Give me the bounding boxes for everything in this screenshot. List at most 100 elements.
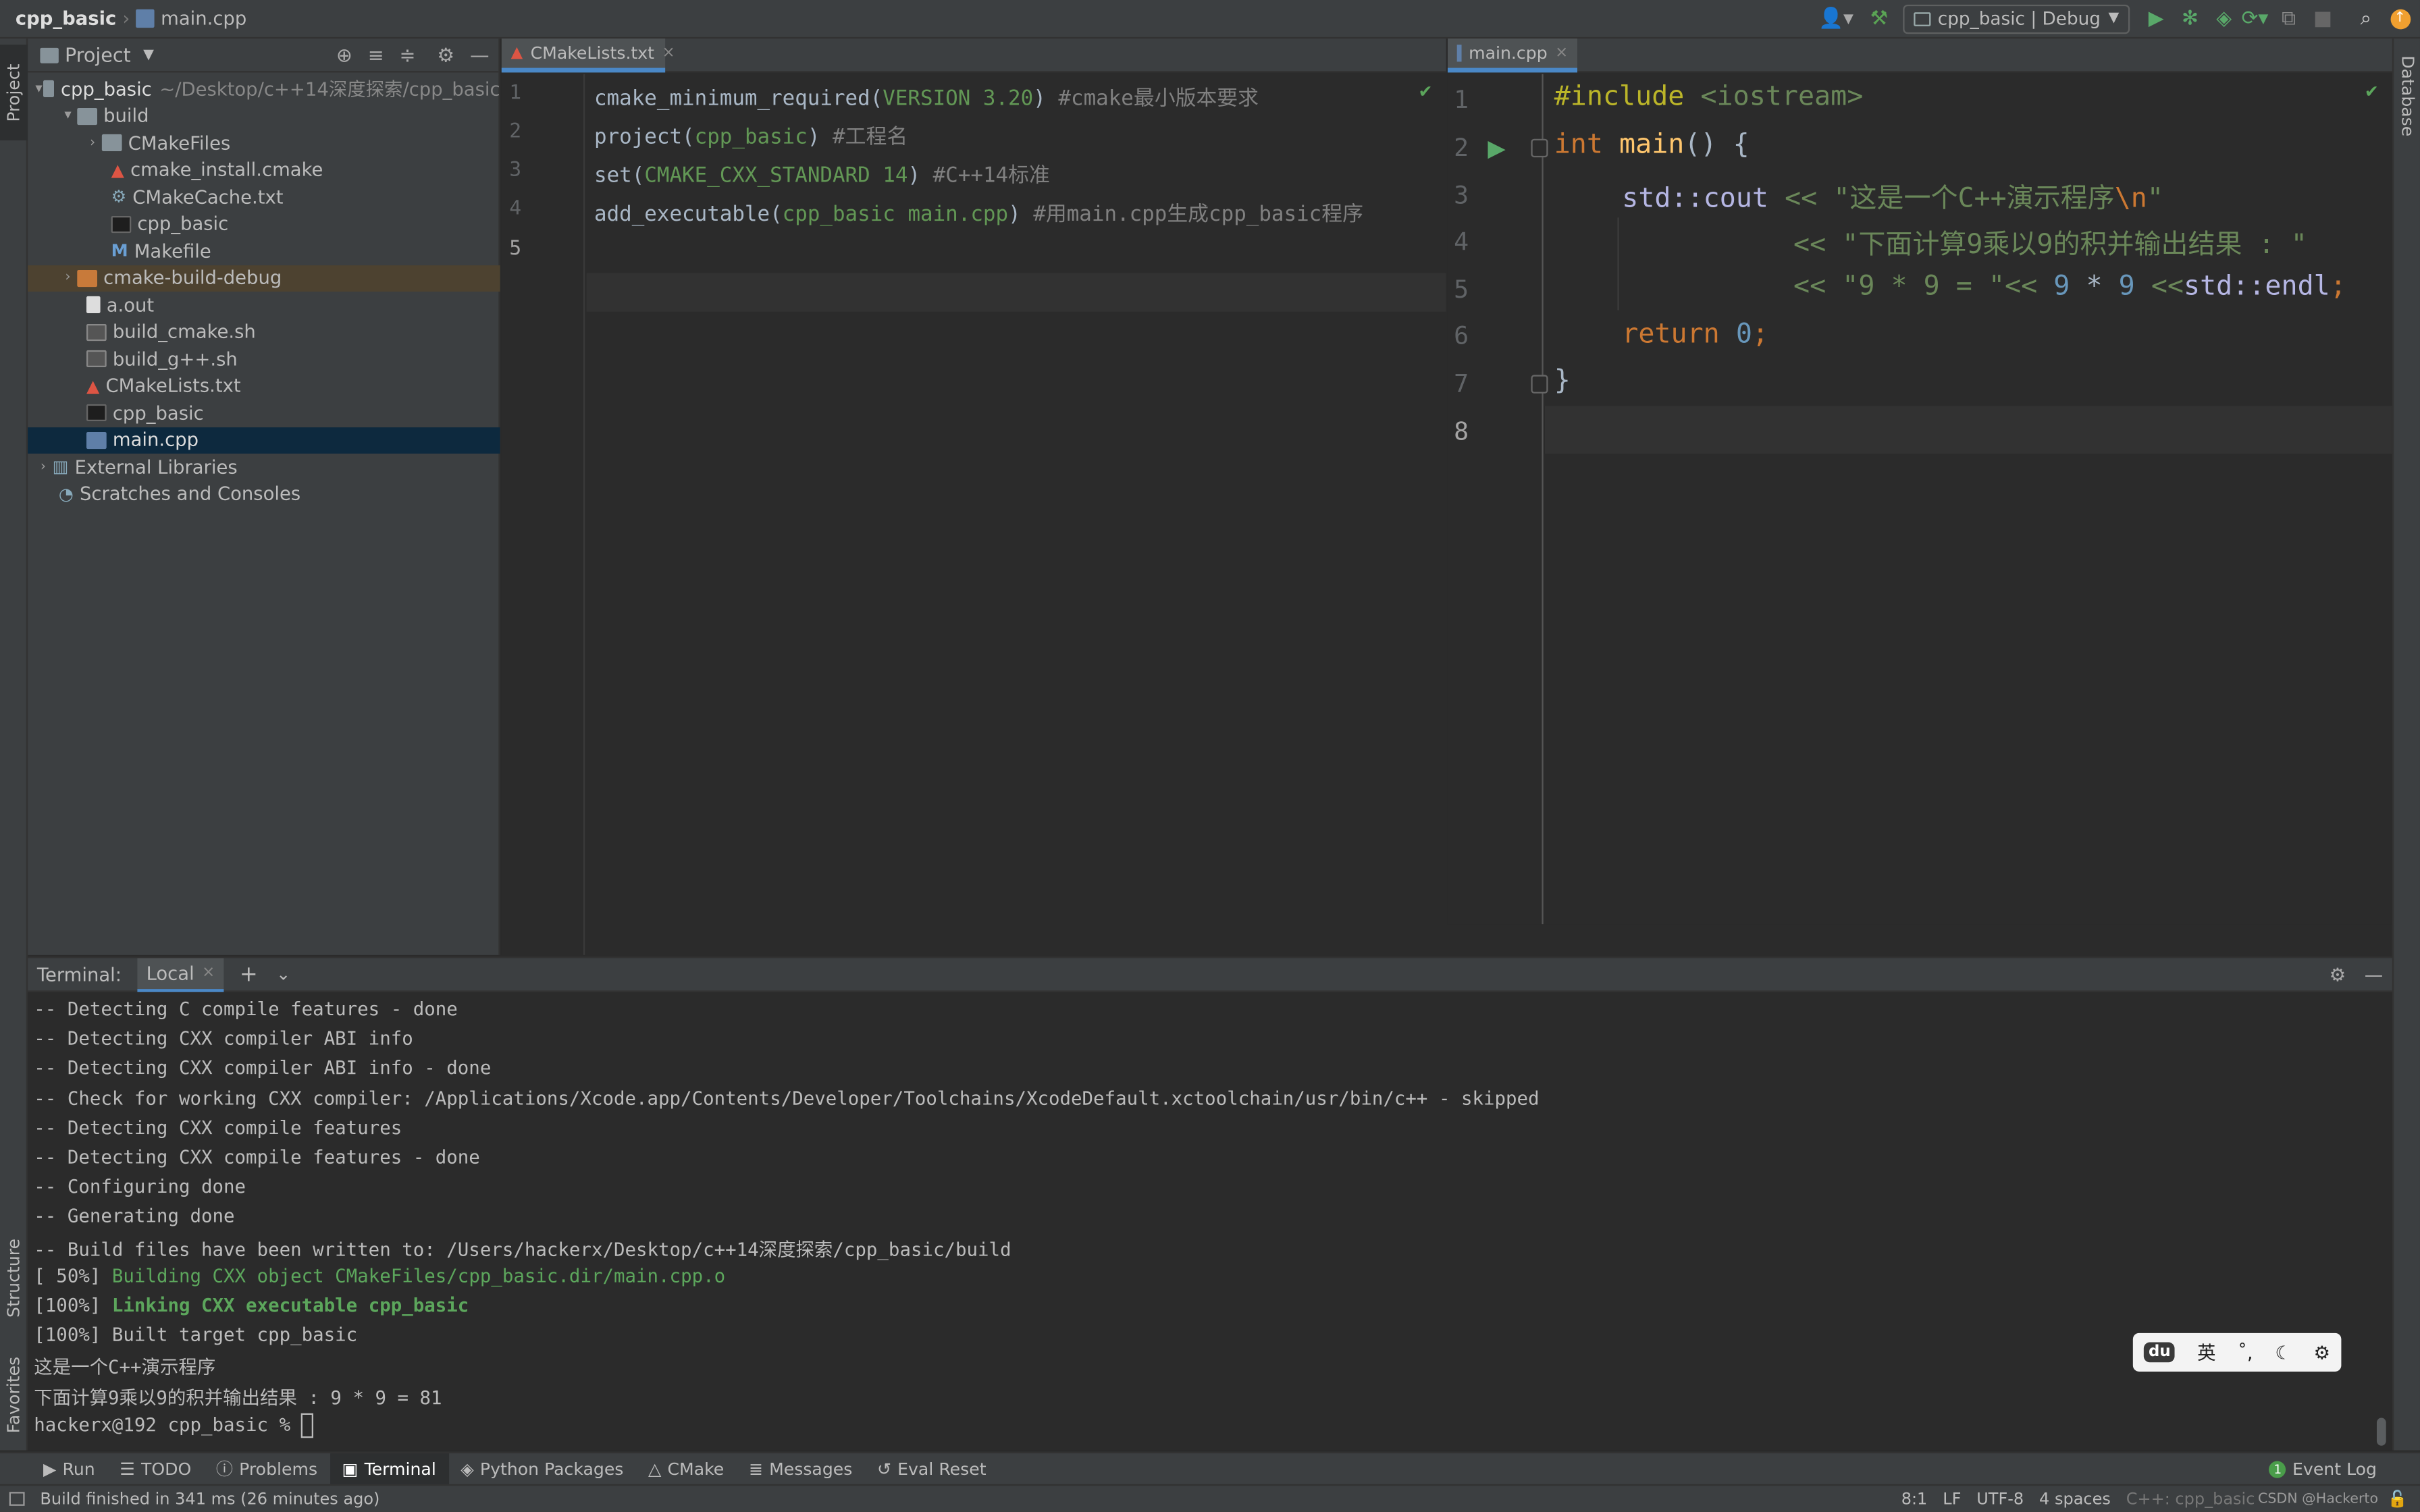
tree-item[interactable]: M Makefile [28,238,500,265]
fold-icon[interactable] [1531,375,1548,394]
ime-logo[interactable]: du [2144,1342,2176,1363]
indent-guide [1617,217,1619,310]
user-icon[interactable]: 👤▾ [1816,5,1856,32]
ime-punctuation[interactable]: ˚, [2238,1341,2253,1363]
fold-icon[interactable] [1531,138,1548,158]
run-icon[interactable]: ▶ [2142,5,2170,32]
tree-item[interactable]: cpp_basic [28,211,500,238]
run-config-select[interactable]: cpp_basic | Debug ▼ [1902,3,2130,34]
gear-icon[interactable]: ⚙ [2313,1341,2330,1363]
code-line[interactable]: } [1554,366,1571,397]
close-icon[interactable]: × [202,965,215,981]
gear-icon[interactable]: ⚙ [2330,963,2346,985]
ime-toolbar[interactable]: du 英 ˚, ☾ ⚙ [2132,1332,2342,1372]
expand-all-icon[interactable]: ≡ [368,43,384,66]
terminal-scrollbar[interactable] [2376,1418,2386,1446]
chevron-down-icon[interactable]: ▼ [143,47,154,63]
tree-item[interactable]: ▾ build [28,103,500,130]
add-icon[interactable]: + [240,962,258,987]
layout-icon[interactable] [9,1492,25,1506]
moon-icon[interactable]: ☾ [2275,1341,2292,1363]
tab-cmakelists[interactable]: ▲ CMakeLists.txt × [501,38,675,73]
tree-item[interactable]: › ▥ External Libraries [28,454,500,481]
code-line[interactable]: project(cpp_basic) #工程名 [594,119,908,150]
code-line[interactable]: return 0; [1622,319,1768,350]
debug-icon[interactable]: ✻ [2176,5,2204,32]
tree-item[interactable]: ▲ CMakeLists.txt [28,373,500,400]
tab-structure[interactable]: Structure [0,1230,28,1326]
terminal-prompt-line[interactable]: hackerx@192 cpp_basic % [34,1413,314,1438]
close-icon[interactable]: × [1555,45,1568,61]
line-separator[interactable]: LF [1943,1490,1961,1508]
project-panel-title[interactable]: Project [65,43,131,66]
tab-eval-reset[interactable]: ↺ Eval Reset [865,1453,999,1485]
tab-project[interactable]: Project [0,45,28,140]
profile-icon[interactable]: ⟳▾ [2241,5,2269,32]
code-line[interactable]: int main() { [1554,130,1750,161]
tab-terminal[interactable]: ▣ Terminal [330,1452,449,1485]
attach-icon[interactable]: ⧉ [2275,5,2303,32]
run-gutter-icon[interactable]: ▶ [1488,134,1505,162]
code-line[interactable]: set(CMAKE_CXX_STANDARD 14) #C++14标准 [594,157,1050,188]
tree-item[interactable]: a.out [28,292,500,319]
hide-icon[interactable]: — [470,43,490,66]
code-line[interactable]: << "下面计算9乘以9的积并输出结果 : " [1793,223,2307,262]
tree-item[interactable]: ⚙ CMakeCache.txt [28,184,500,211]
stop-icon[interactable]: ■ [2309,5,2336,32]
tab-python-packages[interactable]: ◈ Python Packages [448,1453,636,1485]
indent-setting[interactable]: 4 spaces [2039,1490,2111,1508]
tab-run[interactable]: ▶ Run [31,1453,107,1485]
tree-item[interactable]: › CMakeFiles [28,130,500,157]
tree-root[interactable]: ▾ cpp_basic ~/Desktop/c++14深度探索/cpp_basi… [28,76,500,103]
tab-database[interactable]: Database [2394,48,2420,144]
code-line[interactable]: #include <iostream> [1554,82,1864,113]
gear-icon[interactable]: ⚙ [437,43,454,66]
close-icon[interactable]: × [662,45,675,61]
event-log-button[interactable]: 1 Event Log [2257,1453,2389,1485]
tab-label: Python Packages [479,1459,624,1479]
status-message[interactable]: Build finished in 341 ms (26 minutes ago… [40,1490,379,1508]
collapse-all-icon[interactable]: ≑ [400,43,416,66]
breadcrumb-project[interactable]: cpp_basic [16,7,116,29]
code-line[interactable]: std::cout << "这是一个C++演示程序\n" [1622,178,2163,216]
watermark: CSDN @Hackerto [2257,1491,2379,1507]
breadcrumb-file[interactable]: main.cpp [161,7,246,29]
code-line[interactable]: add_executable(cpp_basic main.cpp) #用mai… [594,196,1363,227]
chevron-down-icon[interactable]: ⌄ [276,965,290,985]
tree-item[interactable]: build_cmake.sh [28,319,500,346]
tab-messages[interactable]: ≣ Messages [737,1453,865,1485]
terminal-line: -- Generating done [34,1205,235,1227]
line-number: 4 [509,197,522,221]
tab-problems[interactable]: ⓘ Problems [204,1453,330,1485]
code-line[interactable]: << "9 * 9 = "<< 9 * 9 <<std::endl; [1793,271,2346,302]
coverage-icon[interactable]: ◈ [2210,5,2238,32]
code-token: "9 * 9 = " [1842,271,2005,302]
build-hammer-icon[interactable]: ⚒ [1865,5,1893,32]
code-token: "这是一个C++演示程序 [1833,183,2115,215]
locate-icon[interactable]: ⊕ [336,43,352,66]
tree-item[interactable]: cpp_basic [28,400,500,427]
tab-main-cpp[interactable]: main.cpp × [1447,38,1577,73]
tree-item[interactable]: build_g++.sh [28,346,500,373]
tree-item[interactable]: ▲ cmake_install.cmake [28,157,500,184]
tree-item[interactable]: › cmake-build-debug [28,264,500,292]
tab-todo[interactable]: ☰ TODO [107,1453,204,1485]
code-line[interactable]: cmake_minimum_required(VERSION 3.20) #cm… [594,80,1259,111]
tab-cmake[interactable]: △ CMake [636,1453,737,1485]
tab-favorites[interactable]: Favorites [0,1347,28,1442]
tree-item-label: build_cmake.sh [112,321,256,343]
file-encoding[interactable]: UTF-8 [1976,1490,2024,1508]
code-token: } [1554,365,1571,397]
reset-icon: ↺ [876,1459,892,1479]
ime-language[interactable]: 英 [2197,1339,2215,1366]
language-context[interactable]: C++: cpp_basic [2126,1490,2255,1508]
tree-item-selected[interactable]: main.cpp [28,426,500,454]
search-icon[interactable]: ⌕ [2352,5,2379,32]
lock-icon[interactable]: 🔓 [2388,1489,2408,1509]
tab-local[interactable]: Local × [136,957,225,992]
hide-icon[interactable]: — [2365,963,2383,985]
tree-item[interactable]: ◔ Scratches and Consoles [28,481,500,508]
caret-position[interactable]: 8:1 [1901,1490,1928,1508]
code-token: int [1554,129,1603,161]
update-icon[interactable]: ↑ [2386,5,2414,32]
